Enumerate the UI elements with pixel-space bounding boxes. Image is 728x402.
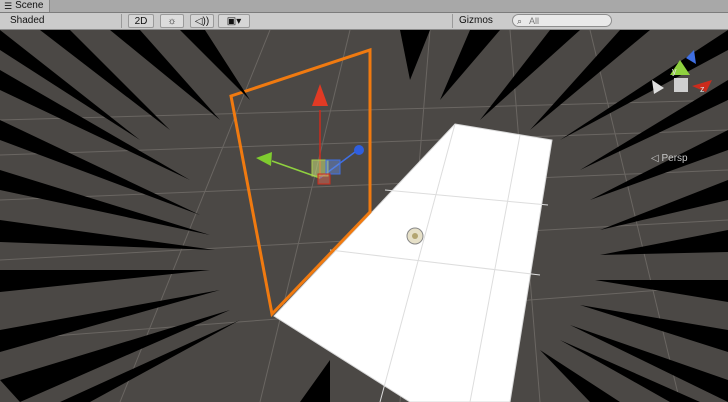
axis-y-label: y	[672, 66, 677, 76]
image-icon: ▣▾	[226, 16, 242, 27]
z-axis-arrow-icon[interactable]	[354, 145, 364, 155]
axis-z-label: z	[700, 84, 705, 94]
gizmo-center-cube[interactable]	[674, 78, 688, 92]
scene-toolbar: Shaded 2D ☼ ◁)) ▣▾ Gizmos ⌕ All	[0, 13, 728, 30]
2d-toggle-button[interactable]: 2D	[128, 14, 154, 28]
scene-viewport[interactable]: y z ◁ Persp	[0, 29, 728, 402]
scene-icon: ☰	[4, 1, 13, 11]
xz-plane-handle[interactable]	[317, 173, 331, 185]
tab-scene[interactable]: ☰ Scene	[0, 0, 51, 12]
gizmos-label: Gizmos	[459, 15, 493, 26]
lighting-toggle-button[interactable]: ☼	[160, 14, 184, 28]
tab-strip: ☰ Scene	[0, 0, 728, 13]
speaker-icon: ◁))	[194, 16, 210, 27]
scene-canvas[interactable]	[0, 29, 728, 402]
gizmos-dropdown[interactable]: Gizmos	[452, 14, 506, 28]
audio-toggle-button[interactable]: ◁))	[190, 14, 214, 28]
search-input[interactable]: ⌕ All	[512, 14, 612, 27]
yz-plane-handle[interactable]	[325, 159, 341, 175]
shading-mode-label: Shaded	[10, 15, 45, 26]
search-icon: ⌕	[517, 16, 523, 26]
projection-toggle[interactable]: ◁ Persp	[651, 153, 688, 164]
light-gizmo-icon[interactable]	[406, 227, 424, 245]
effects-dropdown[interactable]: ▣▾	[218, 14, 250, 28]
sun-icon: ☼	[167, 16, 177, 27]
unity-scene-view: ☰ Scene Shaded 2D ☼ ◁)) ▣▾ Gizmos ⌕ All	[0, 0, 728, 402]
tab-label: Scene	[15, 0, 44, 11]
search-placeholder: All	[529, 16, 540, 26]
shading-mode-dropdown[interactable]: Shaded	[4, 14, 122, 28]
